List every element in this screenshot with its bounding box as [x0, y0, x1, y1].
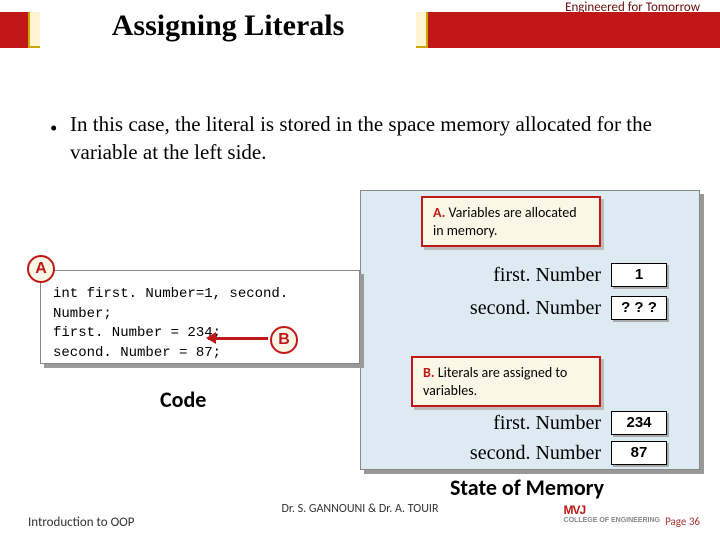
code-tag-a: A [27, 255, 55, 283]
logo: MVJ COLLEGE OF ENGINEERING [564, 503, 660, 524]
var-name: first. Number [421, 412, 611, 435]
memory-label: State of Memory [450, 474, 604, 501]
slide-title: Assigning Literals [40, 6, 416, 52]
code-line: int first. Number=1, second. Number; [53, 285, 347, 324]
var-name: first. Number [421, 264, 611, 287]
var-value: 1 [611, 263, 667, 287]
var-row: second. Number 87 [421, 441, 667, 465]
var-row: first. Number 1 [421, 263, 667, 287]
callout-b-tag: B. [423, 364, 435, 381]
var-value: 234 [611, 411, 667, 435]
var-value: ? ? ? [611, 296, 667, 320]
bullet-dot-icon: • [50, 114, 57, 142]
callout-a-text: Variables are allocated in memory. [433, 204, 577, 239]
var-value: 87 [611, 441, 667, 465]
bullet-content: In this case, the literal is stored in t… [70, 112, 652, 164]
footer-right: Page 36 [665, 515, 700, 528]
footer-left: Introduction to OOP [28, 515, 135, 530]
code-label: Code [160, 386, 206, 413]
callout-b: B. Literals are assigned to variables. [411, 356, 601, 407]
code-line: second. Number = 87; [53, 344, 347, 364]
memory-panel: A. Variables are allocated in memory. fi… [360, 190, 700, 470]
callout-a: A. Variables are allocated in memory. [421, 196, 601, 247]
callout-b-text: Literals are assigned to variables. [423, 364, 567, 399]
logo-sub: COLLEGE OF ENGINEERING [564, 517, 660, 524]
var-name: second. Number [421, 297, 611, 320]
bullet-text: • In this case, the literal is stored in… [70, 110, 670, 167]
code-box: A int first. Number=1, second. Number; f… [40, 270, 360, 364]
arrow-icon [208, 337, 268, 340]
callout-a-tag: A. [433, 204, 445, 221]
var-name: second. Number [421, 442, 611, 465]
var-row: first. Number 234 [421, 411, 667, 435]
logo-main: MVJ [564, 503, 586, 517]
var-row: second. Number ? ? ? [421, 296, 667, 320]
code-tag-b: B [270, 326, 298, 354]
